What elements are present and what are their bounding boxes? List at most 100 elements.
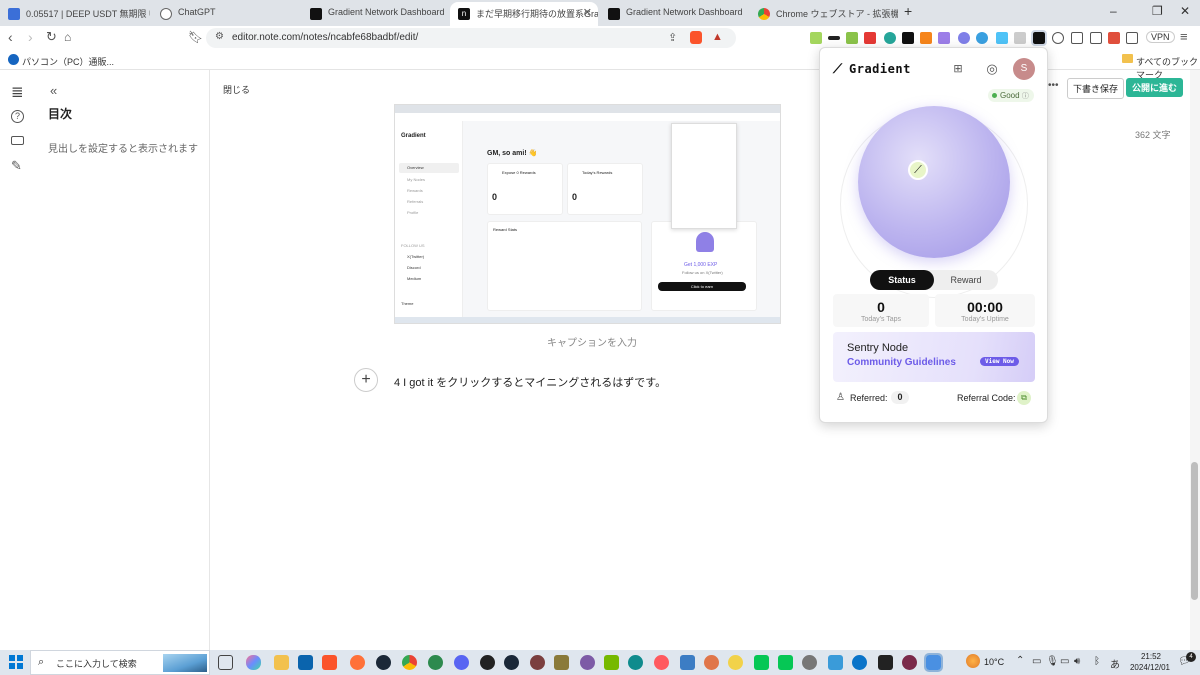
taskbar-search-box[interactable]: ⌕ ここに入力して検索 [30,650,210,675]
task-view-icon[interactable] [218,655,233,670]
chrome-icon[interactable] [402,655,417,670]
windows-start-icon[interactable] [9,655,23,669]
pen-icon[interactable]: ✎ [11,158,22,174]
app-icon[interactable] [530,655,545,670]
copy-icon[interactable]: ⧉ [1017,391,1031,405]
brave-shield-icon[interactable] [690,31,702,44]
app-icon[interactable] [554,655,569,670]
keyboard-icon[interactable] [11,136,24,145]
app-icon[interactable] [828,655,843,670]
menu-icon[interactable]: ≡ [1180,29,1188,44]
extension-8-icon[interactable] [938,32,950,44]
clock-date[interactable]: 2024/12/01 [1124,663,1176,672]
line-icon[interactable] [778,655,793,670]
firefox-icon[interactable] [350,655,365,670]
more-options-button[interactable]: ••• [1048,80,1059,91]
address-bar[interactable]: ⚙︎ editor.note.com/notes/ncabfe68badbf/e… [206,28,736,48]
edge-icon[interactable] [628,655,643,670]
new-tab-button[interactable]: + [904,3,912,19]
caption-input[interactable]: キャプションを入力 [547,334,637,349]
extension-9-icon[interactable] [958,32,970,44]
discord-icon[interactable] [454,655,469,670]
tab-deep-usdt[interactable]: 0.05517 | DEEP USDT 無期限 USDT-M [0,2,150,26]
share-icon[interactable]: ⇪ [668,31,677,44]
bookmark-item[interactable]: パソコン（PC）通販... [22,55,114,68]
embedded-screenshot-image[interactable]: Gradient Overview My Nodes Rewards Refer… [394,104,781,324]
mic-icon[interactable]: 🎙︎ [1046,656,1059,667]
back-arrow-icon[interactable]: ‹ [8,29,13,45]
chevron-up-icon[interactable]: ⌃ [1016,655,1024,666]
app-tray-icon[interactable]: ▭ [1032,656,1041,667]
reload-icon[interactable]: ↻ [46,29,57,45]
add-block-button[interactable]: + [354,368,378,392]
extension-10-icon[interactable] [976,32,988,44]
target-icon[interactable]: ◎ [984,61,1000,77]
url-text[interactable]: editor.note.com/notes/ncabfe68badbf/edit… [232,32,418,43]
extension-16-icon[interactable] [1108,32,1120,44]
bookmark-icon[interactable]: 🔖︎ [188,30,203,44]
mining-orb[interactable] [858,106,1010,258]
close-window-button[interactable]: ✕ [1180,4,1190,18]
monitor-icon[interactable]: ▭ [1060,656,1069,667]
brave-icon[interactable] [322,655,337,670]
help-icon[interactable]: ? [11,110,24,123]
minimize-button[interactable]: – [1110,4,1117,18]
app-icon[interactable] [704,655,719,670]
temperature[interactable]: 10°C [984,657,1004,667]
app-icon[interactable] [728,655,743,670]
ime-indicator[interactable]: あ [1110,656,1120,671]
collapse-sidebar-button[interactable]: « [50,83,57,98]
community-guidelines-banner[interactable]: Sentry Node Community Guidelines View No… [833,332,1035,382]
page-scrollbar[interactable] [1190,70,1200,650]
forward-arrow-icon[interactable]: › [28,29,33,45]
outlook-icon[interactable] [298,655,313,670]
tab-gradient-dashboard-1[interactable]: Gradient Network Dashboard [302,2,450,26]
app-icon[interactable] [654,655,669,670]
close-tab-icon[interactable]: ✕ [583,6,592,19]
active-app-icon[interactable] [924,653,943,672]
maximize-button[interactable]: ❐ [1152,4,1163,18]
tab-reward[interactable]: Reward [934,270,998,290]
paragraph-text[interactable]: 4 I got it をクリックするとマイニングされるはずです。 [394,374,666,390]
copilot-icon[interactable] [246,655,261,670]
metamask-icon[interactable] [920,32,932,44]
extension-1-icon[interactable] [810,32,822,44]
steam-icon[interactable] [504,655,519,670]
scrollbar-thumb[interactable] [1191,462,1198,600]
extension-4-icon[interactable] [864,32,876,44]
home-icon[interactable]: ⌂ [64,30,71,44]
wallet-icon[interactable] [1126,32,1138,44]
settings-icon[interactable] [802,655,817,670]
app-icon[interactable] [902,655,917,670]
xbox-icon[interactable] [428,655,443,670]
grid-icon[interactable]: ⊞ [950,62,966,78]
vpn-button[interactable]: VPN [1146,31,1175,43]
tab-chatgpt[interactable]: ChatGPT [152,2,302,26]
save-draft-button[interactable]: 下書き保存 [1067,78,1125,99]
app-icon[interactable] [852,655,867,670]
line-icon[interactable] [754,655,769,670]
toc-list-icon[interactable]: ≣ [11,83,24,101]
extension-2-icon[interactable] [828,36,840,40]
bluetooth-icon[interactable]: ᛒ [1094,656,1100,667]
sidepanel-icon[interactable] [1090,32,1102,44]
gradient-extension-icon[interactable] [1031,30,1047,46]
tab-note-article[interactable]: n まだ早期移行期待の放置系Gradient ✕ [450,2,598,26]
extension-5-icon[interactable] [884,32,896,44]
app-icon[interactable] [480,655,495,670]
music-extension-icon[interactable] [1071,32,1083,44]
steam-icon[interactable] [376,655,391,670]
view-now-button[interactable]: View Now [980,357,1019,366]
tab-gradient-dashboard-2[interactable]: Gradient Network Dashboard [600,2,748,26]
extension-12-icon[interactable] [1014,32,1026,44]
close-editor-link[interactable]: 閉じる [223,83,250,96]
publish-button[interactable]: 公開に進む [1126,78,1184,97]
app-icon[interactable] [580,655,595,670]
tab-chrome-webstore[interactable]: Chrome ウェブストア - 拡張機能 [750,2,898,26]
app-icon[interactable] [878,655,893,670]
extension-6-icon[interactable] [902,32,914,44]
extension-14-icon[interactable] [1052,32,1064,44]
rewards-triangle-icon[interactable]: ▲ [712,31,723,43]
extension-11-icon[interactable] [996,32,1008,44]
site-info-icon[interactable]: ⚙︎ [215,31,224,42]
